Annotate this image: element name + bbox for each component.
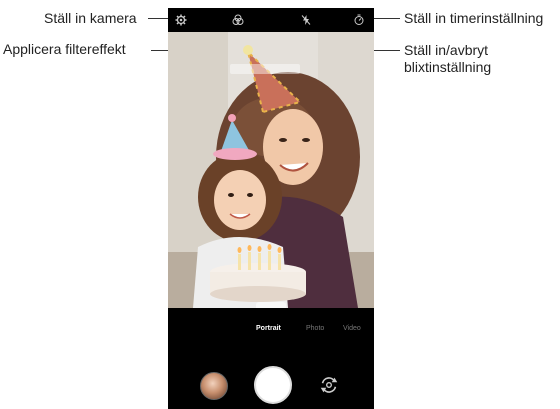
blurred-hint-bar [230,64,300,74]
manual-illustration: Ställ in kamera Applicera filtereffekt S… [0,0,560,409]
callout-camera-settings: Ställ in kamera [44,10,137,26]
phone-screen: Portrait Photo Video [168,8,374,409]
callout-filter-effect: Applicera filtereffekt [3,41,126,57]
callout-flash-line2: blixtinställning [404,59,492,75]
callout-timer: Ställ in timerinställning [404,10,544,26]
flash-off-icon[interactable] [298,12,314,28]
filter-icon[interactable] [230,12,246,28]
camera-viewfinder[interactable] [168,32,374,308]
callout-flash-line1: Ställ in/avbryt [404,42,489,58]
mode-video[interactable]: Video [343,325,361,332]
mode-photo[interactable]: Photo [306,325,324,332]
mode-portrait[interactable]: Portrait [256,325,281,332]
shutter-button[interactable] [254,366,292,404]
camera-controls: Portrait Photo Video [168,308,374,409]
timer-icon[interactable] [351,12,367,28]
gallery-thumbnail[interactable] [200,372,228,400]
camera-top-bar [168,8,374,32]
gear-icon[interactable] [173,12,189,28]
switch-camera-icon[interactable] [318,374,340,396]
